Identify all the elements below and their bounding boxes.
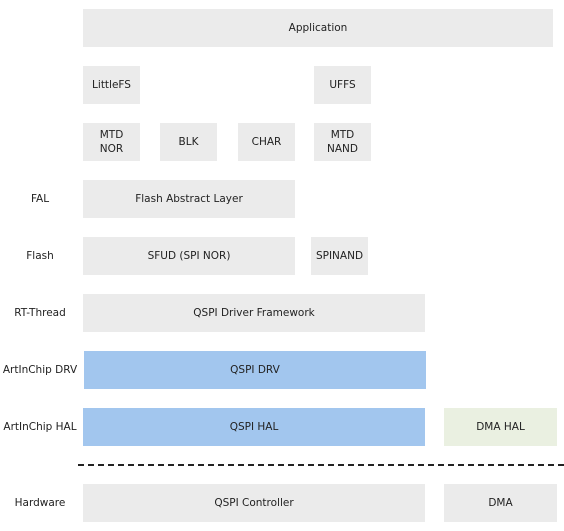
hardware-divider xyxy=(78,464,564,466)
block-qspi-framework: QSPI Driver Framework xyxy=(83,294,425,332)
layer-label-fal: FAL xyxy=(30,193,50,205)
block-char: CHAR xyxy=(238,123,295,161)
layer-label-drv: ArtInChip DRV xyxy=(2,364,78,376)
block-qspi-controller: QSPI Controller xyxy=(83,484,425,522)
block-littlefs: LittleFS xyxy=(83,66,140,104)
block-mtd-nand: MTD NAND xyxy=(314,123,371,161)
block-application: Application xyxy=(83,9,553,47)
layer-label-hardware: Hardware xyxy=(14,497,66,509)
block-qspi-drv: QSPI DRV xyxy=(84,351,426,389)
layer-label-flash: Flash xyxy=(26,250,54,262)
block-blk: BLK xyxy=(160,123,217,161)
layer-label-hal: ArtInChip HAL xyxy=(3,421,77,433)
block-uffs: UFFS xyxy=(314,66,371,104)
block-sfud: SFUD (SPI NOR) xyxy=(83,237,295,275)
block-dma-hal: DMA HAL xyxy=(444,408,557,446)
block-dma: DMA xyxy=(444,484,557,522)
block-mtd-nor: MTD NOR xyxy=(83,123,140,161)
layer-label-rtthread: RT-Thread xyxy=(14,307,66,319)
block-qspi-hal: QSPI HAL xyxy=(83,408,425,446)
block-spinand: SPINAND xyxy=(311,237,368,275)
block-fal: Flash Abstract Layer xyxy=(83,180,295,218)
